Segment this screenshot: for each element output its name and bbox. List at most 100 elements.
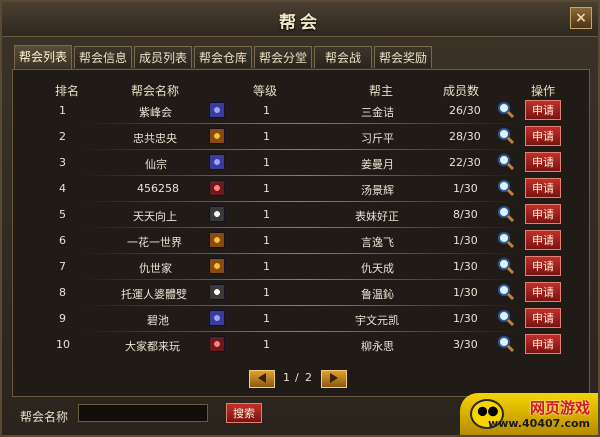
table-row: 1 紫峰会 1 三金诘 26/30 申请: [13, 98, 589, 124]
view-guild-icon[interactable]: [497, 309, 515, 327]
tab-guild-warehouse[interactable]: 帮会仓库: [194, 46, 252, 68]
row-guild-name: 大家都来玩: [125, 340, 180, 353]
close-icon[interactable]: ×: [570, 7, 592, 29]
apply-button[interactable]: 申请: [525, 308, 561, 328]
apply-button[interactable]: 申请: [525, 230, 561, 250]
row-leader: 汤景辉: [361, 184, 394, 197]
row-members: 3/30: [453, 338, 478, 351]
row-rank: 4: [59, 182, 66, 195]
row-guild-name: 托運人婆體䢃: [121, 288, 187, 301]
guild-banner-icon: [209, 102, 225, 118]
watermark-url: www.40407.com: [488, 417, 590, 430]
guild-banner-icon: [209, 154, 225, 170]
view-guild-icon[interactable]: [497, 205, 515, 223]
header-level: 等级: [253, 84, 278, 98]
view-guild-icon[interactable]: [497, 153, 515, 171]
tab-guild-war[interactable]: 帮会战: [314, 46, 372, 68]
row-level: 1: [263, 104, 270, 117]
row-leader: 仇天成: [361, 262, 394, 275]
view-guild-icon[interactable]: [497, 179, 515, 197]
table-row: 2 忠共忠央 1 习斤平 28/30 申请: [13, 124, 589, 150]
apply-button[interactable]: 申请: [525, 282, 561, 302]
view-guild-icon[interactable]: [497, 231, 515, 249]
guild-banner-icon: [209, 284, 225, 300]
title-bar: 帮会 ×: [2, 2, 598, 37]
row-level: 1: [263, 130, 270, 143]
view-guild-icon[interactable]: [497, 127, 515, 145]
row-leader: 柳永思: [361, 340, 394, 353]
tab-guild-branch[interactable]: 帮会分堂: [254, 46, 312, 68]
total-pages: 2: [305, 371, 312, 384]
row-leader: 表妹好正: [355, 210, 399, 223]
guild-search-input[interactable]: [78, 404, 208, 422]
row-guild-name: 天天向上: [133, 210, 177, 223]
search-button[interactable]: 搜索: [226, 403, 262, 423]
watermark-title: 网页游戏: [529, 399, 590, 417]
apply-button[interactable]: 申请: [525, 100, 561, 120]
header-rank: 排名: [55, 84, 80, 98]
header-leader: 帮主: [369, 84, 394, 98]
arrow-left-icon: [258, 373, 266, 383]
row-leader: 姜曼月: [361, 158, 394, 171]
row-level: 1: [263, 260, 270, 273]
row-level: 1: [263, 208, 270, 221]
table-row: 5 天天向上 1 表妹好正 8/30 申请: [13, 202, 589, 228]
header-name: 帮会名称: [131, 84, 180, 98]
apply-button[interactable]: 申请: [525, 178, 561, 198]
tab-member-list[interactable]: 成员列表: [134, 46, 192, 68]
row-guild-name: 456258: [137, 182, 179, 195]
row-level: 1: [263, 156, 270, 169]
row-leader: 习斤平: [361, 132, 394, 145]
row-leader: 宇文元凯: [355, 314, 399, 327]
row-rank: 5: [59, 208, 66, 221]
apply-button[interactable]: 申请: [525, 152, 561, 172]
next-page-button[interactable]: [321, 370, 347, 388]
header-action: 操作: [531, 84, 556, 98]
row-members: 26/30: [449, 104, 481, 117]
table-row: 7 仇世家 1 仇天成 1/30 申请: [13, 254, 589, 280]
apply-button[interactable]: 申请: [525, 256, 561, 276]
guild-banner-icon: [209, 232, 225, 248]
guild-banner-icon: [209, 336, 225, 352]
row-members: 1/30: [453, 234, 478, 247]
pagination: 1 / 2: [13, 370, 589, 392]
tab-guild-reward[interactable]: 帮会奖励: [374, 46, 432, 68]
site-watermark: 网页游戏 www.40407.com: [460, 393, 598, 435]
row-members: 1/30: [453, 182, 478, 195]
row-leader: 鲁温鈊: [361, 288, 394, 301]
row-guild-name: 一花一世界: [127, 236, 182, 249]
apply-button[interactable]: 申请: [525, 334, 561, 354]
row-leader: 三金诘: [361, 106, 394, 119]
prev-page-button[interactable]: [249, 370, 275, 388]
row-guild-name: 忠共忠央: [133, 132, 177, 145]
tab-guild-list[interactable]: 帮会列表: [14, 45, 72, 69]
row-members: 22/30: [449, 156, 481, 169]
row-rank: 9: [59, 312, 66, 325]
row-rank: 7: [59, 260, 66, 273]
row-guild-name: 仇世家: [139, 262, 172, 275]
view-guild-icon[interactable]: [497, 283, 515, 301]
window-title: 帮会: [279, 13, 321, 33]
view-guild-icon[interactable]: [497, 335, 515, 353]
tab-guild-info[interactable]: 帮会信息: [74, 46, 132, 68]
guild-banner-icon: [209, 180, 225, 196]
row-level: 1: [263, 286, 270, 299]
row-rank: 3: [59, 156, 66, 169]
row-rank: 2: [59, 130, 66, 143]
row-level: 1: [263, 182, 270, 195]
row-level: 1: [263, 338, 270, 351]
row-members: 1/30: [453, 312, 478, 325]
guild-banner-icon: [209, 310, 225, 326]
apply-button[interactable]: 申请: [525, 204, 561, 224]
table-row: 8 托運人婆體䢃 1 鲁温鈊 1/30 申请: [13, 280, 589, 306]
row-members: 8/30: [453, 208, 478, 221]
current-page: 1: [283, 371, 290, 384]
row-level: 1: [263, 312, 270, 325]
apply-button[interactable]: 申请: [525, 126, 561, 146]
header-members: 成员数: [443, 84, 480, 98]
row-leader: 言逸飞: [361, 236, 394, 249]
table-row: 6 一花一世界 1 言逸飞 1/30 申请: [13, 228, 589, 254]
row-guild-name: 紫峰会: [139, 106, 172, 119]
view-guild-icon[interactable]: [497, 101, 515, 119]
view-guild-icon[interactable]: [497, 257, 515, 275]
